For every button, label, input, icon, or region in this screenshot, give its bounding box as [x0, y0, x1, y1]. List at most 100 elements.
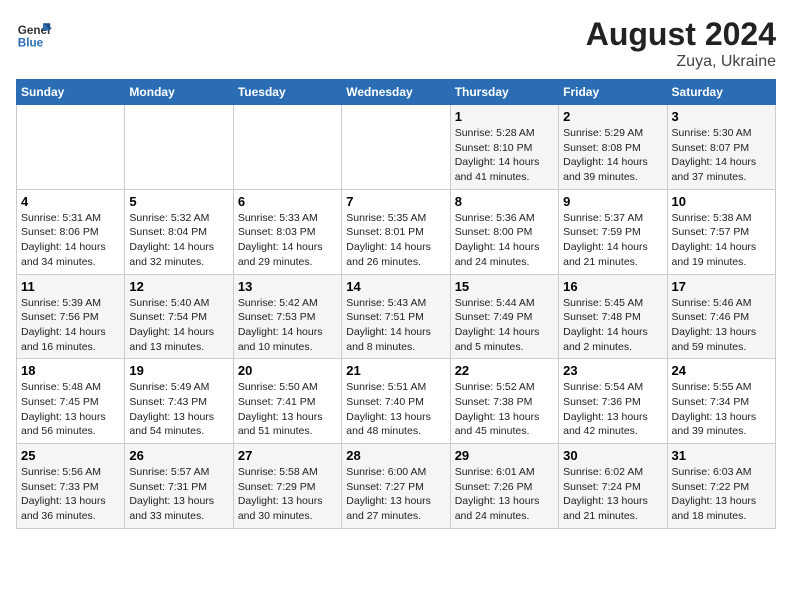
calendar-cell: 14 Sunrise: 5:43 AMSunset: 7:51 PMDayligh…: [342, 274, 450, 359]
calendar-cell: 17 Sunrise: 5:46 AMSunset: 7:46 PMDayligh…: [667, 274, 775, 359]
calendar-cell: 5 Sunrise: 5:32 AMSunset: 8:04 PMDaylight…: [125, 189, 233, 274]
calendar-cell: 25 Sunrise: 5:56 AMSunset: 7:33 PMDayligh…: [17, 444, 125, 529]
day-header-thursday: Thursday: [450, 80, 558, 105]
calendar-cell: 16Sunrise: 5:45 AMSunset: 7:48 PMDayligh…: [559, 274, 667, 359]
day-header-saturday: Saturday: [667, 80, 775, 105]
calendar-cell: [125, 105, 233, 190]
calendar-cell: 20 Sunrise: 5:50 AMSunset: 7:41 PMDayligh…: [233, 359, 341, 444]
day-number: 14: [346, 279, 445, 294]
day-info: Sunrise: 5:42 AMSunset: 7:53 PMDaylight:…: [238, 296, 337, 355]
page-title: August 2024: [586, 16, 776, 53]
day-info: Sunrise: 5:36 AMSunset: 8:00 PMDaylight:…: [455, 211, 554, 270]
calendar-cell: 7Sunrise: 5:35 AMSunset: 8:01 PMDaylight…: [342, 189, 450, 274]
day-number: 8: [455, 194, 554, 209]
day-number: 16: [563, 279, 662, 294]
day-info: Sunrise: 5:58 AMSunset: 7:29 PMDaylight:…: [238, 465, 337, 524]
day-info: Sunrise: 5:33 AMSunset: 8:03 PMDaylight:…: [238, 211, 337, 270]
day-info: Sunrise: 5:43 AMSunset: 7:51 PMDaylight:…: [346, 296, 445, 355]
day-number: 24: [672, 363, 771, 378]
calendar-cell: 27Sunrise: 5:58 AMSunset: 7:29 PMDayligh…: [233, 444, 341, 529]
day-number: 20: [238, 363, 337, 378]
calendar-cell: 22 Sunrise: 5:52 AMSunset: 7:38 PMDayligh…: [450, 359, 558, 444]
calendar-cell: 10 Sunrise: 5:38 AMSunset: 7:57 PMDayligh…: [667, 189, 775, 274]
calendar-cell: 21Sunrise: 5:51 AMSunset: 7:40 PMDayligh…: [342, 359, 450, 444]
calendar-cell: 15 Sunrise: 5:44 AMSunset: 7:49 PMDayligh…: [450, 274, 558, 359]
day-number: 5: [129, 194, 228, 209]
calendar-cell: 23Sunrise: 5:54 AMSunset: 7:36 PMDayligh…: [559, 359, 667, 444]
day-number: 3: [672, 109, 771, 124]
day-info: Sunrise: 5:32 AMSunset: 8:04 PMDaylight:…: [129, 211, 228, 270]
day-number: 11: [21, 279, 120, 294]
calendar-cell: 29Sunrise: 6:01 AMSunset: 7:26 PMDayligh…: [450, 444, 558, 529]
day-number: 7: [346, 194, 445, 209]
day-info: Sunrise: 6:01 AMSunset: 7:26 PMDaylight:…: [455, 465, 554, 524]
day-info: Sunrise: 5:30 AMSunset: 8:07 PMDaylight:…: [672, 126, 771, 185]
day-info: Sunrise: 5:49 AMSunset: 7:43 PMDaylight:…: [129, 380, 228, 439]
day-number: 10: [672, 194, 771, 209]
day-number: 4: [21, 194, 120, 209]
calendar-cell: [342, 105, 450, 190]
calendar-cell: 9Sunrise: 5:37 AMSunset: 7:59 PMDaylight…: [559, 189, 667, 274]
day-header-tuesday: Tuesday: [233, 80, 341, 105]
day-number: 23: [563, 363, 662, 378]
day-number: 13: [238, 279, 337, 294]
day-info: Sunrise: 5:50 AMSunset: 7:41 PMDaylight:…: [238, 380, 337, 439]
day-info: Sunrise: 5:38 AMSunset: 7:57 PMDaylight:…: [672, 211, 771, 270]
day-info: Sunrise: 5:44 AMSunset: 7:49 PMDaylight:…: [455, 296, 554, 355]
day-info: Sunrise: 6:03 AMSunset: 7:22 PMDaylight:…: [672, 465, 771, 524]
calendar-cell: 19 Sunrise: 5:49 AMSunset: 7:43 PMDayligh…: [125, 359, 233, 444]
calendar-cell: 3 Sunrise: 5:30 AMSunset: 8:07 PMDaylight…: [667, 105, 775, 190]
day-number: 31: [672, 448, 771, 463]
calendar-cell: [17, 105, 125, 190]
day-info: Sunrise: 5:28 AMSunset: 8:10 PMDaylight:…: [455, 126, 554, 185]
day-info: Sunrise: 5:52 AMSunset: 7:38 PMDaylight:…: [455, 380, 554, 439]
calendar-cell: 2Sunrise: 5:29 AMSunset: 8:08 PMDaylight…: [559, 105, 667, 190]
day-info: Sunrise: 6:02 AMSunset: 7:24 PMDaylight:…: [563, 465, 662, 524]
day-number: 30: [563, 448, 662, 463]
calendar-cell: [233, 105, 341, 190]
calendar-cell: 11 Sunrise: 5:39 AMSunset: 7:56 PMDayligh…: [17, 274, 125, 359]
week-row-1: 1 Sunrise: 5:28 AMSunset: 8:10 PMDaylight…: [17, 105, 776, 190]
day-number: 22: [455, 363, 554, 378]
week-row-5: 25 Sunrise: 5:56 AMSunset: 7:33 PMDayligh…: [17, 444, 776, 529]
day-info: Sunrise: 5:46 AMSunset: 7:46 PMDaylight:…: [672, 296, 771, 355]
day-number: 17: [672, 279, 771, 294]
day-info: Sunrise: 5:56 AMSunset: 7:33 PMDaylight:…: [21, 465, 120, 524]
day-number: 15: [455, 279, 554, 294]
day-number: 26: [129, 448, 228, 463]
logo: General Blue: [16, 16, 52, 52]
day-number: 21: [346, 363, 445, 378]
day-header-monday: Monday: [125, 80, 233, 105]
svg-text:Blue: Blue: [18, 37, 44, 50]
calendar-cell: 26 Sunrise: 5:57 AMSunset: 7:31 PMDayligh…: [125, 444, 233, 529]
week-row-2: 4 Sunrise: 5:31 AMSunset: 8:06 PMDaylight…: [17, 189, 776, 274]
calendar-cell: 12Sunrise: 5:40 AMSunset: 7:54 PMDayligh…: [125, 274, 233, 359]
calendar-cell: 6 Sunrise: 5:33 AMSunset: 8:03 PMDaylight…: [233, 189, 341, 274]
day-number: 6: [238, 194, 337, 209]
day-number: 1: [455, 109, 554, 124]
title-block: August 2024 Zuya, Ukraine: [586, 16, 776, 71]
logo-icon: General Blue: [16, 16, 52, 52]
day-number: 18: [21, 363, 120, 378]
calendar-cell: 30 Sunrise: 6:02 AMSunset: 7:24 PMDayligh…: [559, 444, 667, 529]
day-header-friday: Friday: [559, 80, 667, 105]
day-info: Sunrise: 5:57 AMSunset: 7:31 PMDaylight:…: [129, 465, 228, 524]
day-number: 2: [563, 109, 662, 124]
header-row: SundayMondayTuesdayWednesdayThursdayFrid…: [17, 80, 776, 105]
day-number: 19: [129, 363, 228, 378]
page-header: General Blue August 2024 Zuya, Ukraine: [16, 16, 776, 71]
calendar-cell: 24 Sunrise: 5:55 AMSunset: 7:34 PMDayligh…: [667, 359, 775, 444]
day-number: 25: [21, 448, 120, 463]
day-info: Sunrise: 6:00 AMSunset: 7:27 PMDaylight:…: [346, 465, 445, 524]
day-info: Sunrise: 5:31 AMSunset: 8:06 PMDaylight:…: [21, 211, 120, 270]
day-info: Sunrise: 5:48 AMSunset: 7:45 PMDaylight:…: [21, 380, 120, 439]
calendar-cell: 4 Sunrise: 5:31 AMSunset: 8:06 PMDaylight…: [17, 189, 125, 274]
week-row-4: 18 Sunrise: 5:48 AMSunset: 7:45 PMDayligh…: [17, 359, 776, 444]
day-header-wednesday: Wednesday: [342, 80, 450, 105]
day-info: Sunrise: 5:55 AMSunset: 7:34 PMDaylight:…: [672, 380, 771, 439]
day-header-sunday: Sunday: [17, 80, 125, 105]
calendar-table: SundayMondayTuesdayWednesdayThursdayFrid…: [16, 79, 776, 529]
day-number: 9: [563, 194, 662, 209]
calendar-cell: 31 Sunrise: 6:03 AMSunset: 7:22 PMDayligh…: [667, 444, 775, 529]
day-info: Sunrise: 5:39 AMSunset: 7:56 PMDaylight:…: [21, 296, 120, 355]
